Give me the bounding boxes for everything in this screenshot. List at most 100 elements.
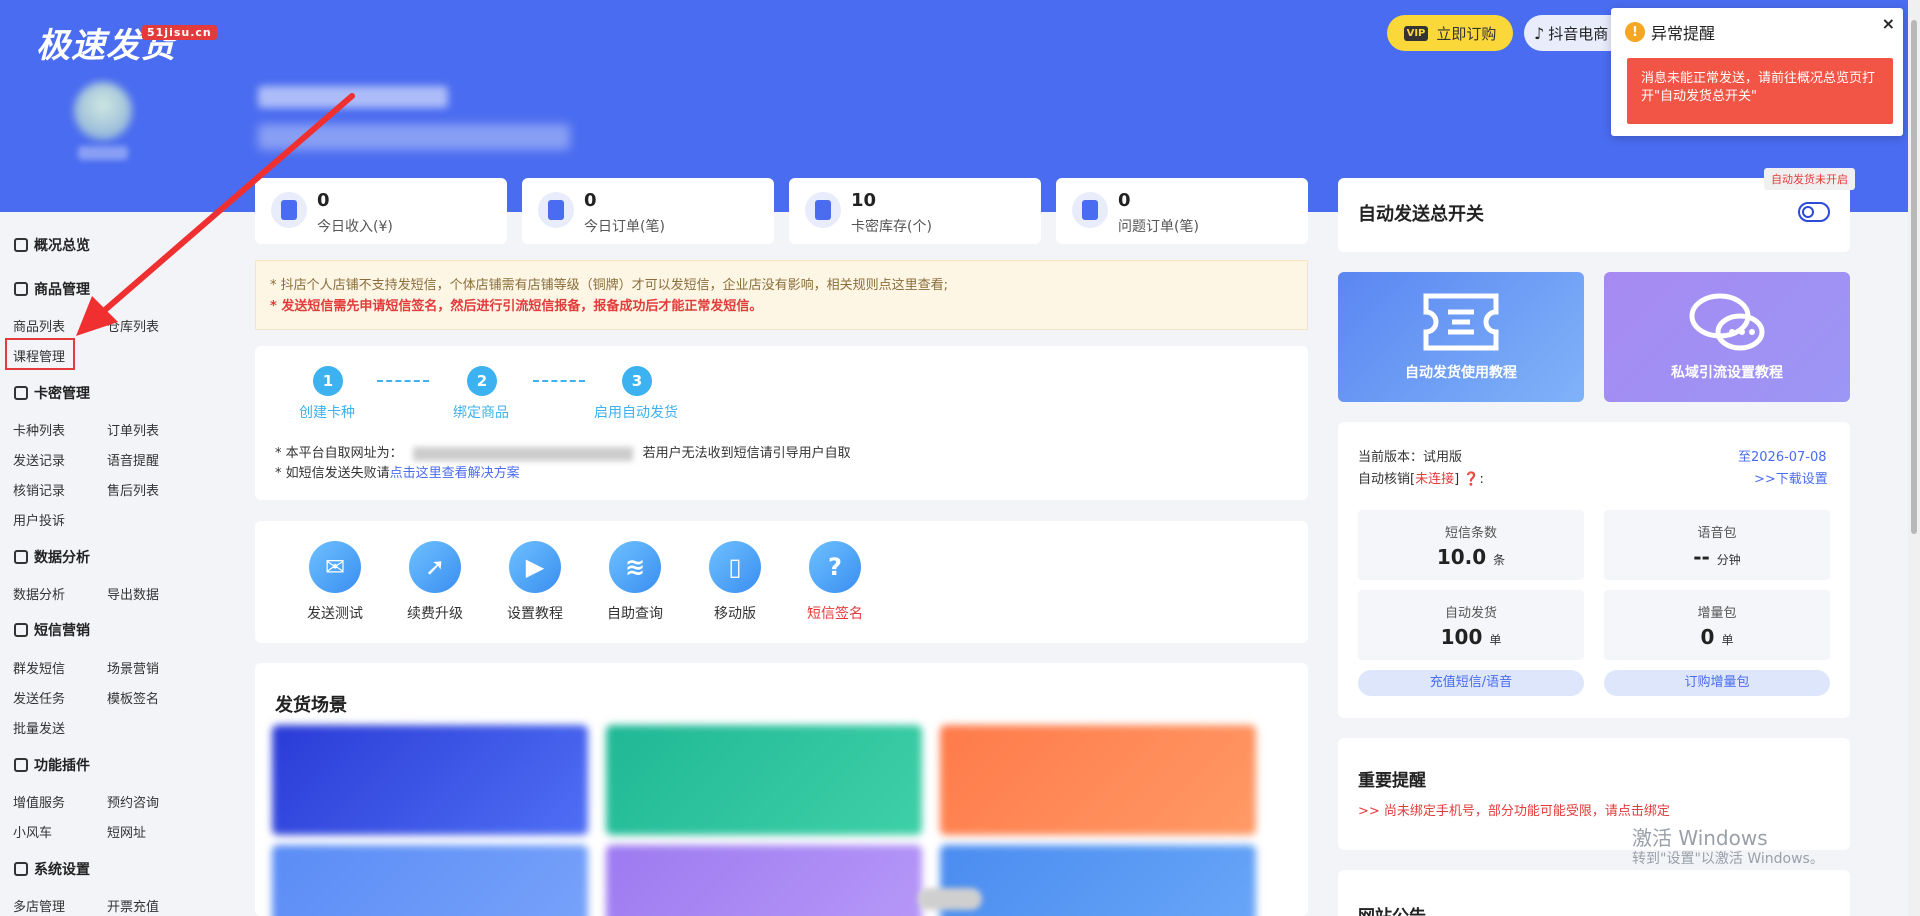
chat-bubbles-icon xyxy=(1689,293,1765,351)
stat-value: 0 xyxy=(317,190,330,211)
page-scrollbar[interactable] xyxy=(1908,0,1920,916)
sidebar-overview[interactable]: 概况总览 xyxy=(14,235,90,255)
auto-delivery-tutorial-card[interactable]: 自动发货使用教程 xyxy=(1338,272,1584,402)
sidebar-plugins[interactable]: 功能插件 xyxy=(14,755,90,775)
quota-sms: 短信条数 10.0 条 xyxy=(1358,510,1584,580)
sidebar-item-reservation[interactable]: 预约咨询 xyxy=(107,792,159,811)
scene-tile[interactable] xyxy=(940,845,1256,916)
step-3-circle: 3 xyxy=(622,366,652,396)
warning-icon: ! xyxy=(1625,22,1645,42)
sidebar-item-send-tasks[interactable]: 发送任务 xyxy=(13,688,65,707)
auto-send-toggle[interactable] xyxy=(1798,202,1830,222)
sidebar-item-voice-reminder[interactable]: 语音提醒 xyxy=(107,450,159,469)
tool-renew-upgrade[interactable]: ➚ 续费升级 xyxy=(390,541,480,623)
sidebar-data-analysis[interactable]: 数据分析 xyxy=(14,547,90,567)
stat-value: 10 xyxy=(851,190,877,211)
setup-steps-card: 1 创建卡种 2 绑定商品 3 启用自动发货 * 本平台自取网址为： 若用户无法收… xyxy=(255,346,1308,500)
sidebar-item-bulk-sms[interactable]: 群发短信 xyxy=(13,658,65,677)
order-increment-button[interactable]: 订购增量包 xyxy=(1604,670,1830,696)
card-icon xyxy=(14,386,28,400)
floating-chip-blurred[interactable] xyxy=(918,888,982,910)
delivery-scene-card: 发货场景 xyxy=(255,663,1308,916)
plugin-icon xyxy=(14,758,28,772)
sidebar-product-mgmt[interactable]: 商品管理 xyxy=(14,279,90,299)
money-bag-icon xyxy=(271,192,307,228)
scene-tile[interactable] xyxy=(940,725,1256,835)
recharge-sms-voice-button[interactable]: 充值短信/语音 xyxy=(1358,670,1584,696)
douyin-icon: ♪ xyxy=(1534,23,1545,43)
windows-activation-watermark: 激活 Windows xyxy=(1632,826,1768,850)
sidebar-sms-marketing[interactable]: 短信营销 xyxy=(14,620,90,640)
notification-message[interactable]: 消息未能正常发送，请前往概况总览页打开"自动发货总开关" xyxy=(1627,58,1893,124)
tool-send-test[interactable]: ✉ 发送测试 xyxy=(290,541,380,623)
sidebar-item-value-added[interactable]: 增值服务 xyxy=(13,792,65,811)
anomaly-notification: ! 异常提醒 × 消息未能正常发送，请前往概况总览页打开"自动发货总开关" xyxy=(1611,8,1903,136)
windows-activation-hint: 转到"设置"以激活 Windows。 xyxy=(1632,851,1824,867)
tool-self-query[interactable]: ≋ 自助查询 xyxy=(590,541,680,623)
logo[interactable]: 极速发货 51jisu.cn xyxy=(36,18,217,67)
notice-line-2: * 发送短信需先申请短信签名，然后进行引流短信报备，报备成功后才能正常发短信。 xyxy=(270,299,763,314)
sidebar-item-multi-store[interactable]: 多店管理 xyxy=(13,896,65,915)
sidebar-item-template-sign[interactable]: 模板签名 xyxy=(107,688,159,707)
chart-icon xyxy=(14,550,28,564)
phone-icon: ▯ xyxy=(709,541,761,593)
address-url-blurred[interactable] xyxy=(412,446,633,461)
sidebar-item-card-type-list[interactable]: 卡种列表 xyxy=(13,420,65,439)
mail-icon: ✉ xyxy=(309,541,361,593)
sidebar-item-warehouse-list[interactable]: 仓库列表 xyxy=(107,316,159,335)
settings-icon xyxy=(14,862,28,876)
store-name-blurred xyxy=(258,86,448,108)
announcement-title: 网站公告 xyxy=(1358,902,1426,916)
tool-sms-signature[interactable]: ? 短信签名 xyxy=(790,541,880,623)
tool-mobile[interactable]: ▯ 移动版 xyxy=(690,541,780,623)
account-info-card: 当前版本：试用版 至2026-07-08 自动核销[未连接] ❓: >>下载设置… xyxy=(1338,422,1850,718)
sidebar-item-short-url[interactable]: 短网址 xyxy=(107,822,146,841)
download-settings-link[interactable]: >>下载设置 xyxy=(1754,468,1828,487)
layers-icon: ≋ xyxy=(609,541,661,593)
sidebar-item-small-windmill[interactable]: 小风车 xyxy=(13,822,52,841)
scene-tile[interactable] xyxy=(272,725,588,835)
sidebar-card-mgmt[interactable]: 卡密管理 xyxy=(14,383,90,403)
notice-banner: * 抖店个人店铺不支持发短信，个体店铺需有店铺等级（铜牌）才可以发短信，企业店没… xyxy=(255,260,1308,330)
tool-setup-tutorial[interactable]: ▶ 设置教程 xyxy=(490,541,580,623)
step-2-label[interactable]: 绑定商品 xyxy=(453,402,509,422)
scene-tile[interactable] xyxy=(606,845,922,916)
private-traffic-tutorial-card[interactable]: 私域引流设置教程 xyxy=(1604,272,1850,402)
stat-value: 0 xyxy=(1118,190,1131,211)
quota-increment: 增量包 0 单 xyxy=(1604,590,1830,660)
vip-order-button[interactable]: VIP 立即订购 xyxy=(1387,15,1513,51)
bind-phone-link[interactable]: >> 尚未绑定手机号，部分功能可能受限，请点击绑定 xyxy=(1358,800,1670,819)
solution-link[interactable]: 点击这里查看解决方案 xyxy=(390,466,520,481)
sidebar-item-scene-marketing[interactable]: 场景营销 xyxy=(107,658,159,677)
sidebar-item-complaints[interactable]: 用户投诉 xyxy=(13,510,65,529)
scrollbar-thumb[interactable] xyxy=(1911,20,1917,534)
scene-tile[interactable] xyxy=(606,725,922,835)
sidebar-item-send-records[interactable]: 发送记录 xyxy=(13,450,65,469)
auto-verify-status: 自动核销[未连接] ❓: xyxy=(1358,472,1484,487)
notice-line-1[interactable]: * 抖店个人店铺不支持发短信，个体店铺需有店铺等级（铜牌）才可以发短信，企业店没… xyxy=(270,275,1293,296)
stat-label: 问题订单(笔) xyxy=(1118,219,1199,235)
step-3-label[interactable]: 启用自动发货 xyxy=(594,402,678,422)
self-pickup-address: * 本平台自取网址为： 若用户无法收到短信请引导用户自取 xyxy=(275,446,851,461)
sms-icon xyxy=(14,623,28,637)
sidebar-item-data-analysis[interactable]: 数据分析 xyxy=(13,584,65,603)
tools-card: ✉ 发送测试 ➚ 续费升级 ▶ 设置教程 ≋ 自助查询 ▯ 移动版 ? 短信签名 xyxy=(255,521,1308,643)
scene-title: 发货场景 xyxy=(275,695,347,716)
sidebar-item-export-data[interactable]: 导出数据 xyxy=(107,584,159,603)
sidebar-item-product-list[interactable]: 商品列表 xyxy=(13,316,65,335)
sidebar-item-recharge[interactable]: 开票充值 xyxy=(107,896,159,915)
close-icon[interactable]: × xyxy=(1882,14,1895,33)
quota-auto-delivery: 自动发货 100 单 xyxy=(1358,590,1584,660)
sidebar-item-verify-records[interactable]: 核销记录 xyxy=(13,480,65,499)
avatar[interactable] xyxy=(74,82,132,140)
scene-tile[interactable] xyxy=(272,845,588,916)
expiry-date[interactable]: 至2026-07-08 xyxy=(1738,446,1827,465)
sidebar-item-batch-send[interactable]: 批量发送 xyxy=(13,718,65,737)
sidebar-item-order-list[interactable]: 订单列表 xyxy=(107,420,159,439)
tutorial-label: 私域引流设置教程 xyxy=(1671,365,1783,381)
logo-badge: 51jisu.cn xyxy=(142,25,217,40)
sidebar-system-settings[interactable]: 系统设置 xyxy=(14,859,90,879)
sidebar-item-after-sales[interactable]: 售后列表 xyxy=(107,480,159,499)
rocket-icon: ➚ xyxy=(409,541,461,593)
step-1-label[interactable]: 创建卡种 xyxy=(299,402,355,422)
